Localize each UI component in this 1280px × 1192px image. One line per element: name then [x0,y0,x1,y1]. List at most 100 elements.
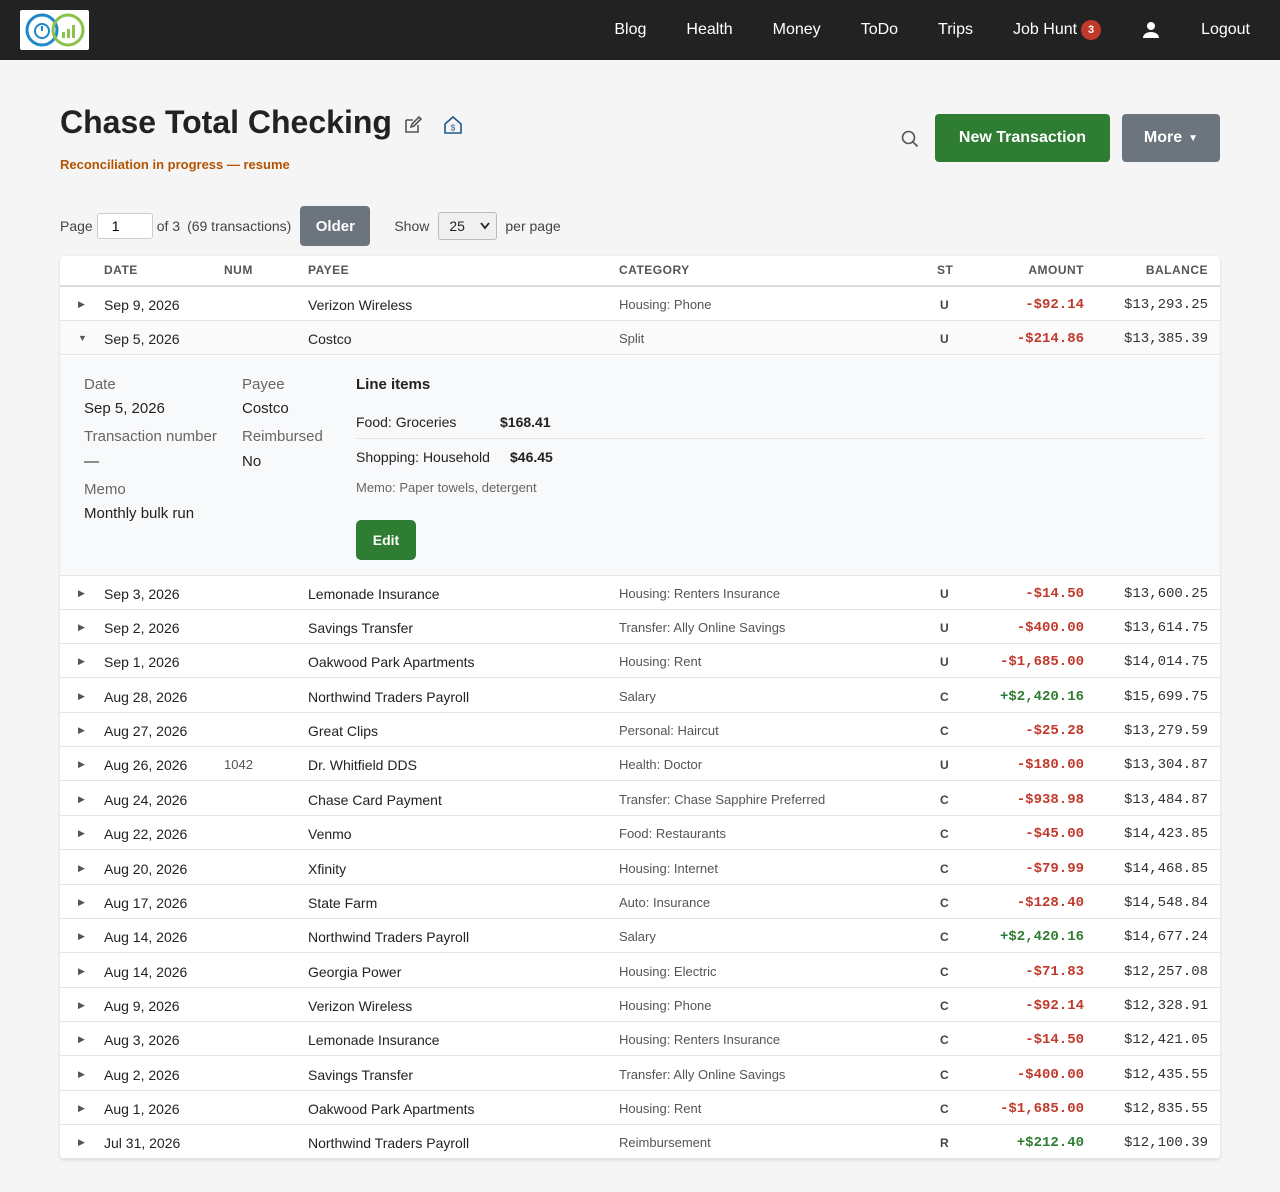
nav-trips[interactable]: Trips [938,21,973,39]
page-number-input[interactable] [96,213,153,239]
row-category: Salary [619,929,656,945]
column-date[interactable]: DATE [104,263,138,277]
table-row[interactable]: ▶ Aug 14, 2026 Northwind Traders Payroll Sa… [60,919,1220,954]
expand-arrow-icon[interactable]: ▶ [78,828,85,839]
row-category: Reimbursement [619,1135,711,1151]
expand-arrow-icon[interactable]: ▶ [78,1103,85,1114]
column-num[interactable]: NUM [224,263,253,277]
row-balance: $13,484.87 [1123,791,1208,808]
app-logo[interactable] [20,10,89,50]
nav-health[interactable]: Health [686,21,732,39]
table-row[interactable]: ▶ Aug 9, 2026 Verizon Wireless Housing: Pho… [60,988,1220,1022]
expand-arrow-icon[interactable]: ▶ [78,656,85,667]
expand-arrow-icon[interactable]: ▶ [78,588,85,599]
table-row[interactable]: ▶ Jul 31, 2026 Northwind Traders Payroll Re… [60,1125,1220,1159]
row-payee: Northwind Traders Payroll [308,929,470,946]
row-amount: -$45.00 [1025,826,1084,843]
page-label: Page [60,218,93,234]
table-row[interactable]: ▶ Aug 17, 2026 State Farm Auto: Insurance C -… [60,885,1220,919]
table-row[interactable]: ▶ Aug 3, 2026 Lemonade Insurance Housing: R… [60,1022,1220,1057]
expand-arrow-icon[interactable]: ▶ [78,725,85,736]
row-balance: $13,614.75 [1123,620,1208,637]
expand-arrow-icon[interactable]: ▶ [78,759,85,770]
expand-arrow-icon[interactable]: ▶ [78,863,85,874]
row-status: U [940,298,949,312]
expand-arrow-icon[interactable]: ▶ [78,622,85,633]
expand-arrow-icon[interactable]: ▶ [78,1000,85,1011]
row-payee: Dr. Whitfield DDS [308,757,417,774]
row-amount: -$400.00 [1016,1066,1084,1083]
nav-blog[interactable]: Blog [614,21,646,39]
row-status: C [940,792,949,807]
row-payee: Northwind Traders Payroll [308,688,470,705]
table-row[interactable]: ▶ Aug 24, 2026 Chase Card Payment Transfer:… [60,782,1220,816]
expand-arrow-icon[interactable]: ▶ [78,1034,85,1045]
top-nav: Blog Health Money ToDo Trips Job Hunt 3 L… [0,0,1280,60]
row-category: Split [619,331,645,347]
user-menu[interactable] [1141,20,1161,40]
table-row[interactable]: ▶ Aug 26, 2026 1042 Dr. Whitfield DDS Health… [60,747,1220,782]
nav-money[interactable]: Money [773,21,821,39]
row-category: Health: Doctor [619,757,703,773]
table-row[interactable]: ▶ Aug 14, 2026 Georgia Power Housing: Elect… [60,954,1220,988]
table-row[interactable]: ▶ Sep 1, 2026 Oakwood Park Apartments Housi… [60,644,1220,679]
line-items-memo: Memo: Paper towels, detergent [356,479,537,495]
edit-button[interactable]: Edit [356,519,416,560]
row-date: Sep 1, 2026 [104,654,180,671]
column-payee[interactable]: PAYEE [308,263,349,277]
row-category: Auto: Insurance [619,894,711,910]
new-transaction-button[interactable]: New Transaction [935,114,1110,162]
row-amount: +$2,420.16 [999,929,1084,946]
per-page-select[interactable]: 25 [438,212,498,240]
row-amount: -$938.98 [1016,791,1084,808]
row-balance: $14,468.85 [1123,860,1208,877]
row-status: U [940,586,949,601]
reconciliation-resume-link[interactable]: Reconciliation in progress — resume [60,157,290,172]
table-row[interactable]: ▶ Aug 27, 2026 Great Clips Personal: Haircu… [60,713,1220,748]
row-payee: Venmo [308,826,352,843]
row-category: Housing: Renters Insurance [619,1032,781,1048]
logout-link[interactable]: Logout [1201,21,1250,39]
column-amount[interactable]: AMOUNT [1028,263,1084,277]
collapse-arrow-icon[interactable]: ▼ [78,333,87,343]
expand-arrow-icon[interactable]: ▶ [78,966,85,977]
row-category: Housing: Internet [619,860,719,876]
row-date: Aug 20, 2026 [104,860,188,877]
search-icon[interactable] [898,127,922,151]
table-row[interactable]: ▶ Sep 3, 2026 Lemonade Insurance Housing: R… [60,576,1220,610]
table-row[interactable]: ▶ Aug 20, 2026 Xfinity Housing: Internet C -$… [60,851,1220,885]
column-status[interactable]: ST [937,263,953,277]
row-category: Transfer: Ally Online Savings [619,620,786,636]
expand-arrow-icon[interactable]: ▶ [78,897,85,908]
row-category: Salary [619,688,656,704]
table-row[interactable]: ▶ Sep 2, 2026 Savings Transfer Transfer: Al… [60,610,1220,645]
table-row[interactable]: ▼ Sep 5, 2026 Costco Split U -$214.86 $13,385.… [60,321,1220,356]
table-row[interactable]: ▶ Aug 28, 2026 Northwind Traders Payroll Sa… [60,679,1220,713]
column-category[interactable]: CATEGORY [619,263,690,277]
expand-arrow-icon[interactable]: ▶ [78,1069,85,1080]
nav-label: Health [686,21,733,38]
table-row[interactable]: ▶ Aug 22, 2026 Venmo Food: Restaurants C -$45… [60,816,1220,851]
per-page-label: per page [505,218,561,234]
table-row[interactable]: ▶ Aug 2, 2026 Savings Transfer Transfer: Al… [60,1057,1220,1091]
row-amount: -$214.86 [1016,331,1084,348]
table-row[interactable]: ▶ Aug 1, 2026 Oakwood Park Apartments Housi… [60,1091,1220,1125]
row-status: C [940,827,949,842]
table-row[interactable]: ▶ Sep 9, 2026 Verizon Wireless Housing: Pho… [60,287,1220,321]
expand-arrow-icon[interactable]: ▶ [78,691,85,702]
nav-job-hunt[interactable]: Job Hunt 3 [1013,20,1102,40]
row-balance: $14,423.85 [1123,826,1208,843]
expand-arrow-icon[interactable]: ▶ [78,299,85,310]
more-button[interactable]: More ▼ [1122,114,1220,162]
detail-payee-value: Costco [242,399,289,417]
column-balance[interactable]: BALANCE [1146,263,1208,277]
row-category: Housing: Electric [619,963,717,979]
pencil-square-icon[interactable] [402,114,424,136]
expand-arrow-icon[interactable]: ▶ [78,1137,85,1148]
expand-arrow-icon[interactable]: ▶ [78,931,85,942]
older-button[interactable]: Older [300,206,371,246]
expand-arrow-icon[interactable]: ▶ [78,794,85,805]
bank-house-icon[interactable]: $ [442,114,464,136]
nav-label: ToDo [860,21,899,38]
nav-todo[interactable]: ToDo [861,21,898,39]
